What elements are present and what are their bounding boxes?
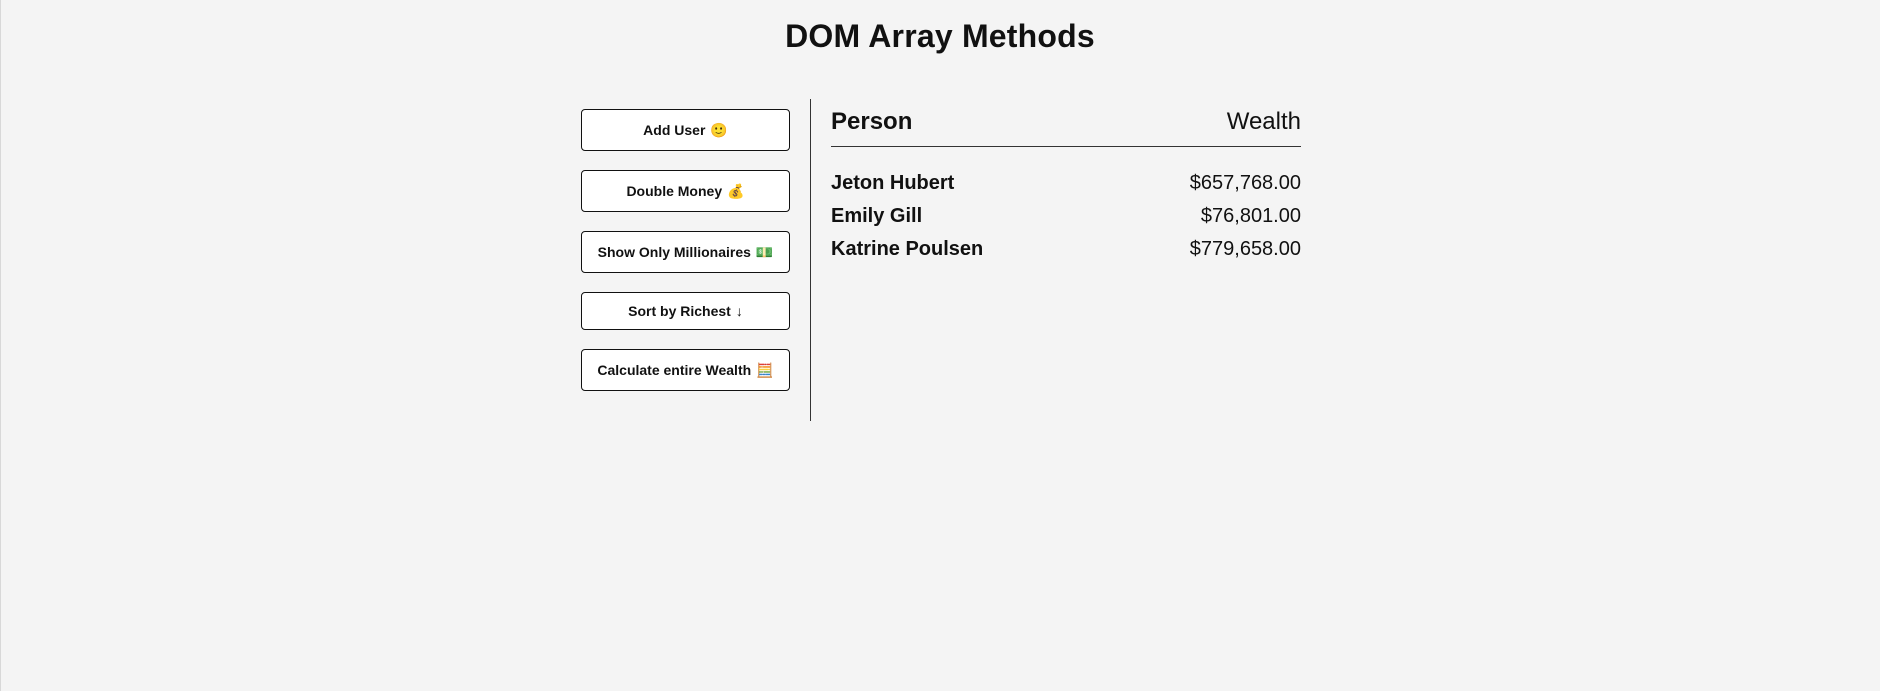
vertical-divider [810,99,811,421]
person-name: Emily Gill [831,205,923,227]
person-column-header: Person [831,108,913,135]
sort-richest-label: Sort by Richest [628,303,731,319]
table-row: Jeton Hubert $657,768.00 [831,167,1301,200]
app-container: Add User 🙂 Double Money 💰 Show Only Mill… [581,99,1301,421]
page-left-border [0,0,1,691]
person-name: Katrine Poulsen [831,238,984,260]
add-user-button[interactable]: Add User 🙂 [581,109,790,151]
wealth-column-header: Wealth [1226,108,1301,135]
table-rows: Jeton Hubert $657,768.00 Emily Gill $76,… [831,147,1301,266]
page-title: DOM Array Methods [785,18,1095,54]
show-millionaires-label: Show Only Millionaires [597,244,751,260]
person-wealth: $657,768.00 [1189,172,1301,194]
double-money-button[interactable]: Double Money 💰 [581,170,790,212]
table-row: Emily Gill $76,801.00 [831,200,1301,233]
double-money-label: Double Money [626,183,723,199]
sort-richest-button[interactable]: Sort by Richest ↓ [581,292,790,330]
person-wealth: $779,658.00 [1189,238,1301,260]
abacus-icon: 🧮 [756,361,774,378]
actions-sidebar: Add User 🙂 Double Money 💰 Show Only Mill… [581,99,791,421]
show-millionaires-button[interactable]: Show Only Millionaires 💵 [581,231,790,273]
person-name: Jeton Hubert [831,172,955,194]
banknote-icon: 💵 [755,243,774,260]
table-header: Person Wealth [831,99,1301,147]
arrow-down-icon: ↓ [735,303,743,319]
money-bag-icon: 💰 [727,182,745,199]
calculate-wealth-button[interactable]: Calculate entire Wealth 🧮 [581,349,790,391]
user-face-icon: 🙂 [710,121,728,138]
calculate-wealth-label: Calculate entire Wealth [597,362,752,378]
person-wealth: $76,801.00 [1200,205,1301,227]
wealth-table: Person Wealth Jeton Hubert $657,768.00 E… [831,99,1301,421]
add-user-label: Add User [643,122,706,138]
table-row: Katrine Poulsen $779,658.00 [831,233,1301,266]
